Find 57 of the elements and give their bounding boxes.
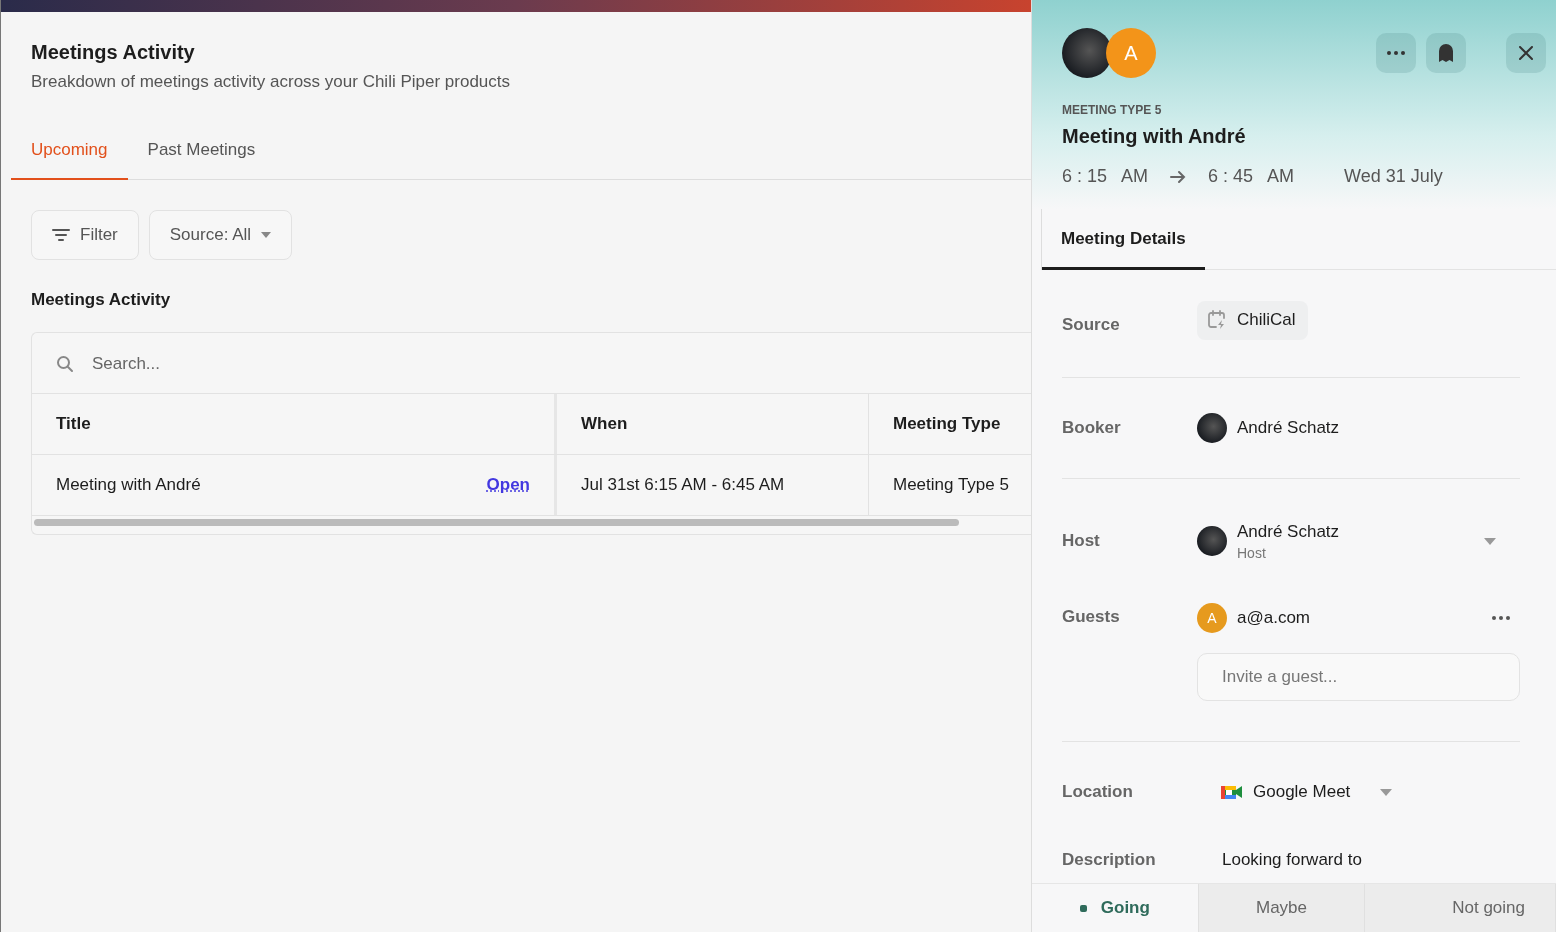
- filter-icon: [52, 228, 70, 242]
- open-link[interactable]: Open: [486, 475, 530, 495]
- table-cell: Jul 31st 6:15 AM - 6:45 AM: [581, 475, 785, 495]
- location-value: Google Meet: [1253, 782, 1351, 802]
- meeting-type-label: MEETING TYPE 5: [1062, 103, 1163, 117]
- calendar-icon: [1207, 310, 1227, 330]
- field-label: Location: [1062, 782, 1134, 802]
- tab[interactable]: Upcoming: [11, 140, 128, 180]
- search-icon: [56, 355, 74, 373]
- video-camera-icon: [1221, 784, 1243, 800]
- guest-email: a@a.com: [1237, 608, 1310, 628]
- page-title: Meetings Activity: [31, 41, 196, 64]
- invite-field[interactable]: Invite a guest...: [1197, 653, 1520, 701]
- ghost-button[interactable]: [1426, 33, 1466, 73]
- rsvp-option[interactable]: Maybe: [1198, 884, 1366, 932]
- field-label: Booker: [1062, 418, 1122, 438]
- table-cell: Meeting Type 5: [893, 475, 1009, 495]
- ghost-icon: [1439, 44, 1453, 62]
- filter-button[interactable]: Filter: [31, 210, 139, 260]
- more-button[interactable]: [1376, 33, 1416, 73]
- column-header: Meeting Type: [893, 414, 1001, 434]
- arrow-right-icon: [1170, 169, 1187, 184]
- page-subtitle: Breakdown of meetings activity across your Chili Piper products: [31, 72, 512, 92]
- caret-icon[interactable]: [1380, 788, 1393, 796]
- close-button[interactable]: [1506, 33, 1546, 73]
- source-dropdown[interactable]: Source: All: [148, 210, 293, 260]
- guest-avatar: A: [1106, 28, 1156, 78]
- more-icon: [1387, 51, 1405, 55]
- avatar-photo-placeholder: [1197, 413, 1227, 443]
- avatar-photo-placeholder: [1197, 526, 1227, 556]
- guest-avatar: A: [1197, 603, 1227, 633]
- table-cell: Meeting with André: [56, 475, 201, 495]
- meeting-date: Wed 31 July: [1344, 166, 1443, 187]
- tab[interactable]: Past Meetings: [127, 140, 276, 180]
- end-time: 6 : 45 AM: [1208, 166, 1295, 187]
- description-text: Looking forward to: [1222, 850, 1362, 870]
- search-field[interactable]: Search...: [90, 353, 394, 375]
- field-label: Description: [1062, 850, 1157, 870]
- close-icon: [1519, 46, 1533, 60]
- column-header: Title: [56, 414, 91, 434]
- host-name: André Schatz: [1237, 521, 1341, 542]
- field-label: Host: [1062, 531, 1101, 551]
- rsvp-option[interactable]: Not going: [1365, 884, 1556, 932]
- caret-icon: [261, 232, 272, 238]
- tab[interactable]: Meeting Details: [1042, 209, 1205, 270]
- caret-icon[interactable]: [1484, 537, 1496, 545]
- more-icon[interactable]: [1492, 616, 1510, 620]
- scrollbar-thumb[interactable]: [34, 519, 959, 526]
- host-role: Host: [1237, 544, 1267, 561]
- field-label: Guests: [1062, 607, 1121, 627]
- booker-name: André Schatz: [1237, 418, 1340, 438]
- column-header: When: [581, 414, 628, 434]
- start-time: 6 : 15 AM: [1062, 166, 1149, 187]
- source-chip: ChiliCal: [1197, 301, 1308, 340]
- meeting-title: Meeting with André: [1062, 125, 1247, 148]
- section-title: Meetings Activity: [31, 290, 172, 310]
- field-label: Source: [1062, 315, 1121, 335]
